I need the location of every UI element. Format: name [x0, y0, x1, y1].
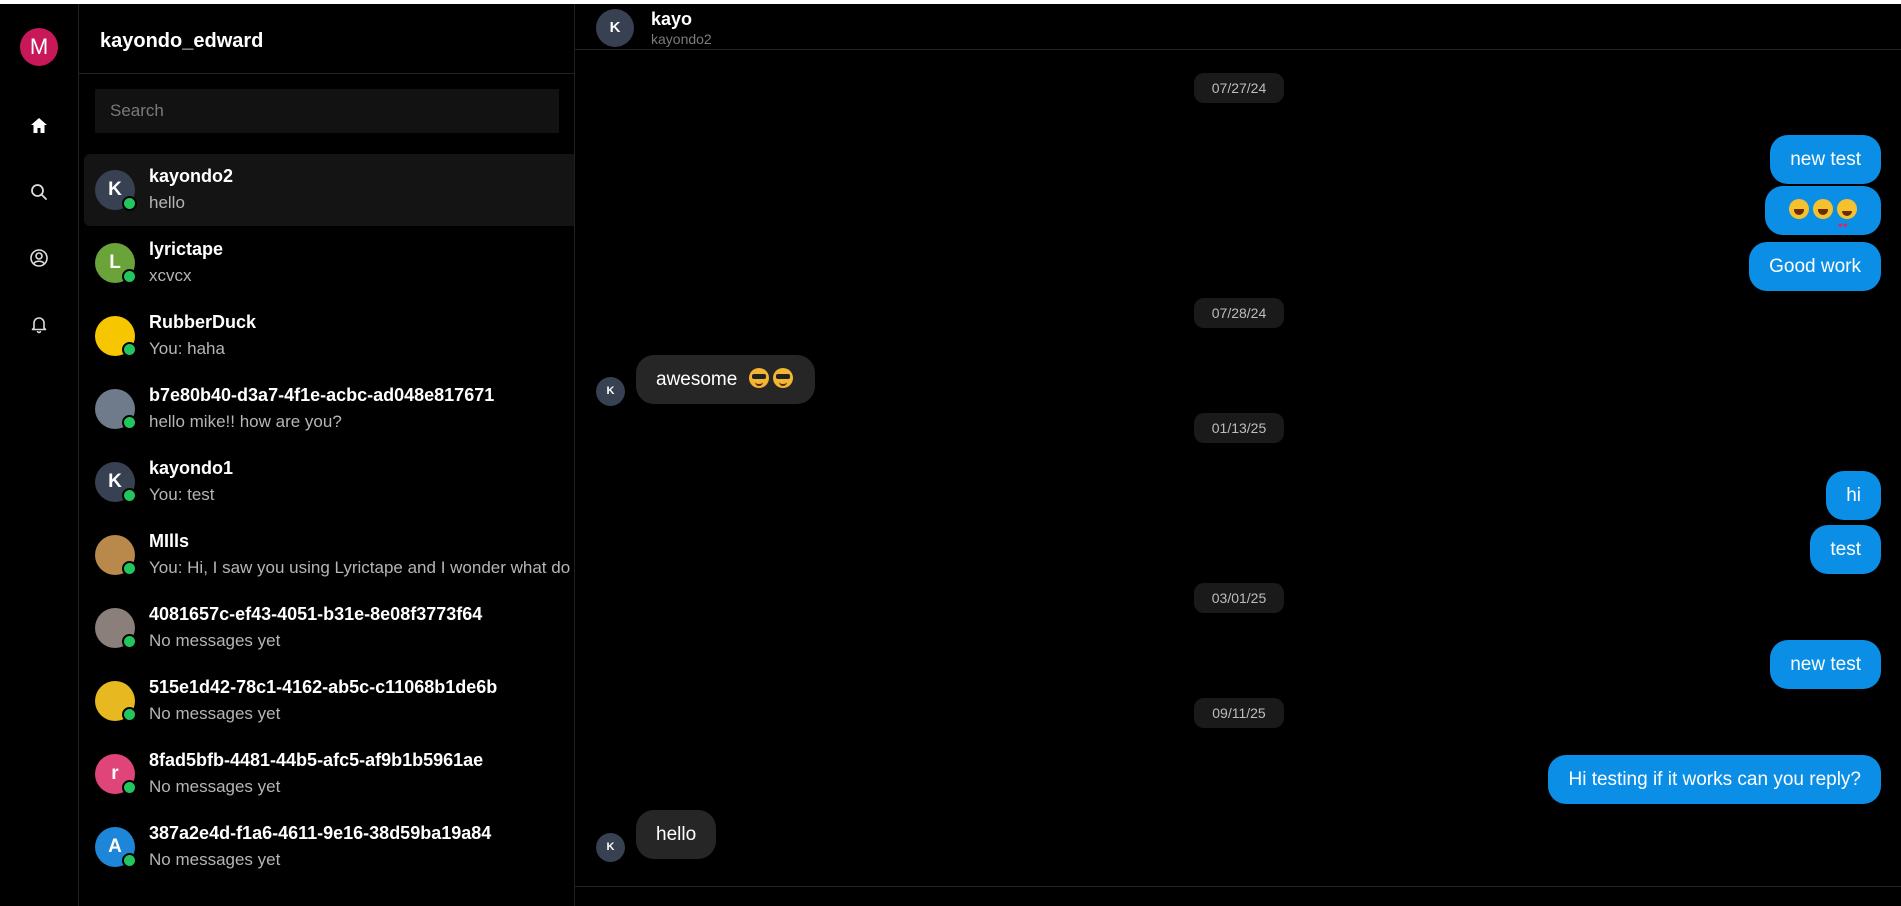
outgoing-message[interactable]: new test: [1770, 135, 1881, 184]
conversation-item[interactable]: Kkayondo2 hello: [84, 154, 574, 226]
grinning-sweat-emoji: [1789, 199, 1809, 219]
search-input[interactable]: [95, 89, 559, 133]
conversation-item[interactable]: MIlls You: Hi, I saw you using Lyrictape …: [84, 519, 574, 591]
conversation-sidebar: kayondo_edward Kkayondo2 hello Llyrictape x…: [79, 4, 575, 906]
conversation-avatar: [95, 316, 137, 357]
conversation-name: 387a2e4d-f1a6-4611-9e16-38d59ba19a84: [149, 823, 492, 843]
conversation-preview: No messages yet: [149, 631, 281, 650]
online-status-dot: [122, 634, 137, 649]
conversation-avatar: K: [95, 170, 137, 211]
conversation-preview: No messages yet: [149, 704, 281, 723]
conversation-preview: No messages yet: [149, 777, 281, 796]
conversation-avatar: K: [95, 462, 137, 503]
online-status-dot: [122, 707, 137, 722]
current-username: kayondo_edward: [100, 30, 264, 52]
conversation-preview: No messages yet: [149, 850, 281, 869]
conversation-name: 515e1d42-78c1-4162-ab5c-c11068b1de6b: [149, 677, 498, 697]
sunglasses-emoji: [748, 368, 769, 388]
grinning-emoji: [1813, 199, 1833, 219]
conversation-avatar: [95, 535, 137, 576]
outgoing-message[interactable]: hi: [1826, 471, 1881, 520]
conversation-item[interactable]: 4081657c-ef43-4051-b31e-8e08f3773f64 No m…: [84, 592, 574, 664]
outgoing-message[interactable]: Hi testing if it works can you reply?: [1548, 755, 1881, 804]
heart-eyes-emoji: [1837, 199, 1857, 250]
date-separator: 09/11/25: [1194, 698, 1284, 728]
conversation-name: b7e80b40-d3a7-4f1e-acbc-ad048e817671: [149, 385, 495, 405]
online-status-dot: [122, 196, 137, 211]
online-status-dot: [122, 269, 137, 284]
conversation-item[interactable]: r 8fad5bfb-4481-44b5-afc5-af9b1b5961ae No …: [84, 738, 574, 810]
conversation-name: lyrictape: [149, 239, 224, 259]
outgoing-message[interactable]: test: [1810, 525, 1881, 574]
online-status-dot: [122, 780, 137, 795]
chat-header: K kayo kayondo2: [575, 4, 1901, 50]
conversation-avatar: L: [95, 243, 137, 284]
outgoing-message[interactable]: Good work: [1749, 242, 1881, 291]
conversation-item[interactable]: b7e80b40-d3a7-4f1e-acbc-ad048e817671 hell…: [84, 373, 574, 445]
incoming-message[interactable]: hello: [636, 810, 717, 859]
conversation-item[interactable]: 515e1d42-78c1-4162-ab5c-c11068b1de6b No m…: [84, 665, 574, 737]
conversation-avatar: [95, 608, 137, 649]
sunglasses-emoji: [772, 368, 793, 388]
home-icon[interactable]: [29, 116, 49, 136]
conversation-preview: You: haha: [149, 339, 225, 358]
conversation-item[interactable]: RubberDuck You: haha: [84, 300, 574, 372]
conversation-preview: xcvcx: [149, 266, 192, 285]
outgoing-message[interactable]: new test: [1770, 640, 1881, 689]
incoming-avatar[interactable]: K: [596, 833, 625, 862]
online-status-dot: [122, 488, 137, 503]
conversation-avatar: [95, 681, 137, 722]
conversation-item[interactable]: Llyrictape xcvcx: [84, 227, 574, 299]
sidebar-header: kayondo_edward: [79, 4, 574, 74]
conversation-name: MIlls: [149, 531, 190, 551]
date-separator: 07/28/24: [1194, 298, 1284, 328]
conversation-preview: You: test: [149, 485, 215, 504]
conversation-preview: You: Hi, I saw you using Lyrictape and I…: [149, 558, 571, 577]
incoming-message-text: awesome: [656, 369, 738, 390]
conversation-preview: hello mike!! how are you?: [149, 412, 342, 431]
online-status-dot: [122, 415, 137, 430]
date-separator: 07/27/24: [1194, 73, 1284, 103]
conversation-name: RubberDuck: [149, 312, 257, 332]
online-status-dot: [122, 853, 137, 868]
online-status-dot: [122, 342, 137, 357]
conversation-avatar: [95, 389, 137, 430]
conversation-name: 4081657c-ef43-4051-b31e-8e08f3773f64: [149, 604, 483, 624]
conversation-preview: hello: [149, 193, 185, 212]
conversation-name: 8fad5bfb-4481-44b5-afc5-af9b1b5961ae: [149, 750, 484, 770]
conversation-name: kayondo2: [149, 166, 234, 186]
chat-panel: K kayo kayondo2 07/27/24 new test Good w…: [575, 4, 1901, 906]
nav-rail: M: [0, 4, 79, 906]
contact-name[interactable]: kayo: [651, 9, 692, 30]
outgoing-message-emoji[interactable]: [1765, 186, 1881, 250]
date-separator: 01/13/25: [1194, 413, 1284, 443]
profile-icon[interactable]: [29, 248, 49, 268]
conversation-item[interactable]: A 387a2e4d-f1a6-4611-9e16-38d59ba19a84 No …: [84, 811, 574, 883]
composer-divider: [575, 886, 1901, 887]
conversation-avatar: r: [95, 754, 137, 795]
conversation-avatar: A: [95, 827, 137, 868]
conversation-name: kayondo1: [149, 458, 234, 478]
search-icon[interactable]: [29, 182, 49, 202]
my-avatar[interactable]: M: [20, 28, 58, 66]
bell-icon[interactable]: [29, 314, 49, 334]
date-separator: 03/01/25: [1194, 583, 1284, 613]
contact-handle: kayondo2: [651, 31, 712, 47]
contact-avatar[interactable]: K: [596, 9, 634, 47]
conversation-item[interactable]: Kkayondo1 You: test: [84, 446, 574, 518]
incoming-avatar[interactable]: K: [596, 377, 625, 406]
online-status-dot: [122, 561, 137, 576]
incoming-message[interactable]: awesome: [636, 355, 815, 404]
